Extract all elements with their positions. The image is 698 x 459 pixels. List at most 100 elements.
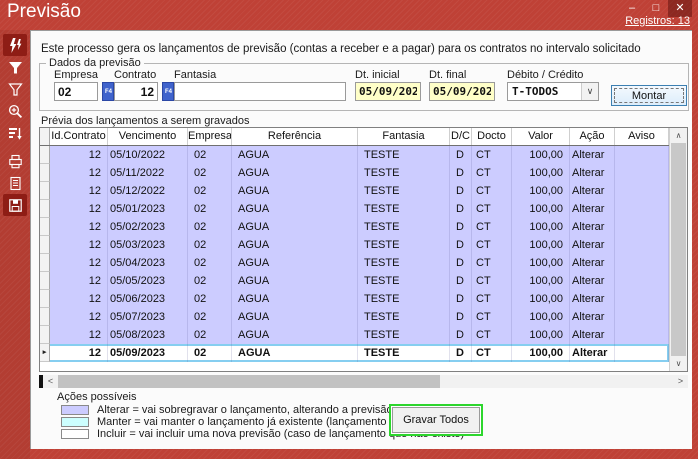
contrato-field[interactable] [114,82,158,101]
table-cell[interactable]: 100,00 [512,272,570,290]
column-header[interactable]: Ação [570,128,615,145]
table-cell[interactable]: 12 [50,290,108,308]
scroll-right-icon[interactable]: > [673,375,688,388]
table-cell[interactable]: CT [472,218,512,236]
table-row[interactable]: 1205/03/202302AGUATESTEDCT100,00Alterar [40,236,669,254]
contrato-lookup-button[interactable]: F4 [162,82,174,101]
table-cell[interactable]: 05/08/2023 [108,326,188,344]
table-cell[interactable] [615,200,669,218]
table-cell[interactable]: TESTE [358,308,450,326]
horizontal-scrollbar[interactable]: < > [39,375,688,388]
table-cell[interactable]: 02 [188,272,232,290]
table-cell[interactable]: CT [472,326,512,344]
table-cell[interactable]: AGUA [232,164,358,182]
table-cell[interactable]: D [450,218,472,236]
table-cell[interactable] [615,182,669,200]
table-cell[interactable]: 05/03/2023 [108,236,188,254]
table-cell[interactable]: TESTE [358,254,450,272]
table-cell[interactable]: D [450,272,472,290]
table-cell[interactable]: 05/06/2023 [108,290,188,308]
table-cell[interactable]: D [450,236,472,254]
table-cell[interactable]: 100,00 [512,344,570,362]
table-cell[interactable]: AGUA [232,254,358,272]
debito-credito-select[interactable]: T-TODOS ∨ [507,82,599,101]
dt-final-field[interactable] [429,82,495,101]
table-cell[interactable] [615,236,669,254]
column-header[interactable]: Docto [472,128,512,145]
table-cell[interactable]: D [450,290,472,308]
table-cell[interactable]: TESTE [358,272,450,290]
table-cell[interactable]: AGUA [232,344,358,362]
table-row[interactable]: 1205/10/202202AGUATESTEDCT100,00Alterar [40,146,669,164]
filter-icon[interactable] [3,56,27,78]
table-cell[interactable] [615,218,669,236]
table-cell[interactable]: CT [472,164,512,182]
table-cell[interactable]: D [450,344,472,362]
save-icon[interactable] [3,194,27,216]
table-cell[interactable]: CT [472,254,512,272]
table-cell[interactable]: 100,00 [512,308,570,326]
table-cell[interactable]: 05/05/2023 [108,272,188,290]
table-cell[interactable]: 02 [188,254,232,272]
table-row[interactable]: 1205/05/202302AGUATESTEDCT100,00Alterar [40,272,669,290]
report-icon[interactable] [3,172,27,194]
table-cell[interactable]: 02 [188,146,232,164]
table-cell[interactable]: 02 [188,218,232,236]
table-cell[interactable]: 02 [188,308,232,326]
table-cell[interactable] [615,290,669,308]
table-cell[interactable]: TESTE [358,218,450,236]
table-cell[interactable]: 05/01/2023 [108,200,188,218]
table-cell[interactable]: 12 [50,200,108,218]
print-icon[interactable] [3,150,27,172]
chevron-down-icon[interactable]: ∨ [581,83,598,100]
table-cell[interactable]: 100,00 [512,200,570,218]
table-cell[interactable] [615,326,669,344]
table-row[interactable]: 1205/04/202302AGUATESTEDCT100,00Alterar [40,254,669,272]
table-cell[interactable]: 100,00 [512,236,570,254]
table-cell[interactable]: D [450,326,472,344]
table-cell[interactable] [615,308,669,326]
table-cell[interactable]: AGUA [232,308,358,326]
table-cell[interactable]: Alterar [570,326,615,344]
table-cell[interactable]: CT [472,272,512,290]
table-row[interactable]: 1205/06/202302AGUATESTEDCT100,00Alterar [40,290,669,308]
horizontal-scroll-thumb[interactable] [58,375,440,388]
scroll-left-icon[interactable]: < [43,375,58,388]
table-cell[interactable]: TESTE [358,200,450,218]
table-cell[interactable]: 12 [50,182,108,200]
table-cell[interactable]: 12 [50,164,108,182]
scroll-up-icon[interactable]: ∧ [670,128,687,143]
table-cell[interactable]: 100,00 [512,218,570,236]
table-cell[interactable]: AGUA [232,236,358,254]
table-row[interactable]: 1205/01/202302AGUATESTEDCT100,00Alterar [40,200,669,218]
table-cell[interactable]: 05/11/2022 [108,164,188,182]
table-cell[interactable]: D [450,146,472,164]
table-row[interactable]: ▸1205/09/202302AGUATESTEDCT100,00Alterar [40,344,669,362]
column-header[interactable]: D/C [450,128,472,145]
table-cell[interactable]: AGUA [232,146,358,164]
table-cell[interactable]: AGUA [232,200,358,218]
table-cell[interactable]: 100,00 [512,254,570,272]
column-header[interactable]: Fantasia [358,128,450,145]
table-cell[interactable]: TESTE [358,290,450,308]
table-cell[interactable]: TESTE [358,236,450,254]
table-cell[interactable]: 02 [188,236,232,254]
table-cell[interactable]: 12 [50,218,108,236]
empresa-lookup-button[interactable]: F4 [102,82,114,101]
column-header[interactable]: Id.Contrato [50,128,108,145]
table-cell[interactable]: 02 [188,290,232,308]
table-cell[interactable]: CT [472,236,512,254]
table-cell[interactable]: 12 [50,344,108,362]
table-cell[interactable]: 12 [50,272,108,290]
table-cell[interactable]: 02 [188,164,232,182]
table-cell[interactable]: AGUA [232,218,358,236]
table-cell[interactable]: 12 [50,326,108,344]
table-cell[interactable]: 05/10/2022 [108,146,188,164]
table-cell[interactable]: TESTE [358,344,450,362]
table-cell[interactable]: 12 [50,308,108,326]
table-cell[interactable]: Alterar [570,290,615,308]
table-cell[interactable]: CT [472,146,512,164]
column-header[interactable]: Referência [232,128,358,145]
table-cell[interactable]: 02 [188,344,232,362]
table-cell[interactable]: TESTE [358,326,450,344]
